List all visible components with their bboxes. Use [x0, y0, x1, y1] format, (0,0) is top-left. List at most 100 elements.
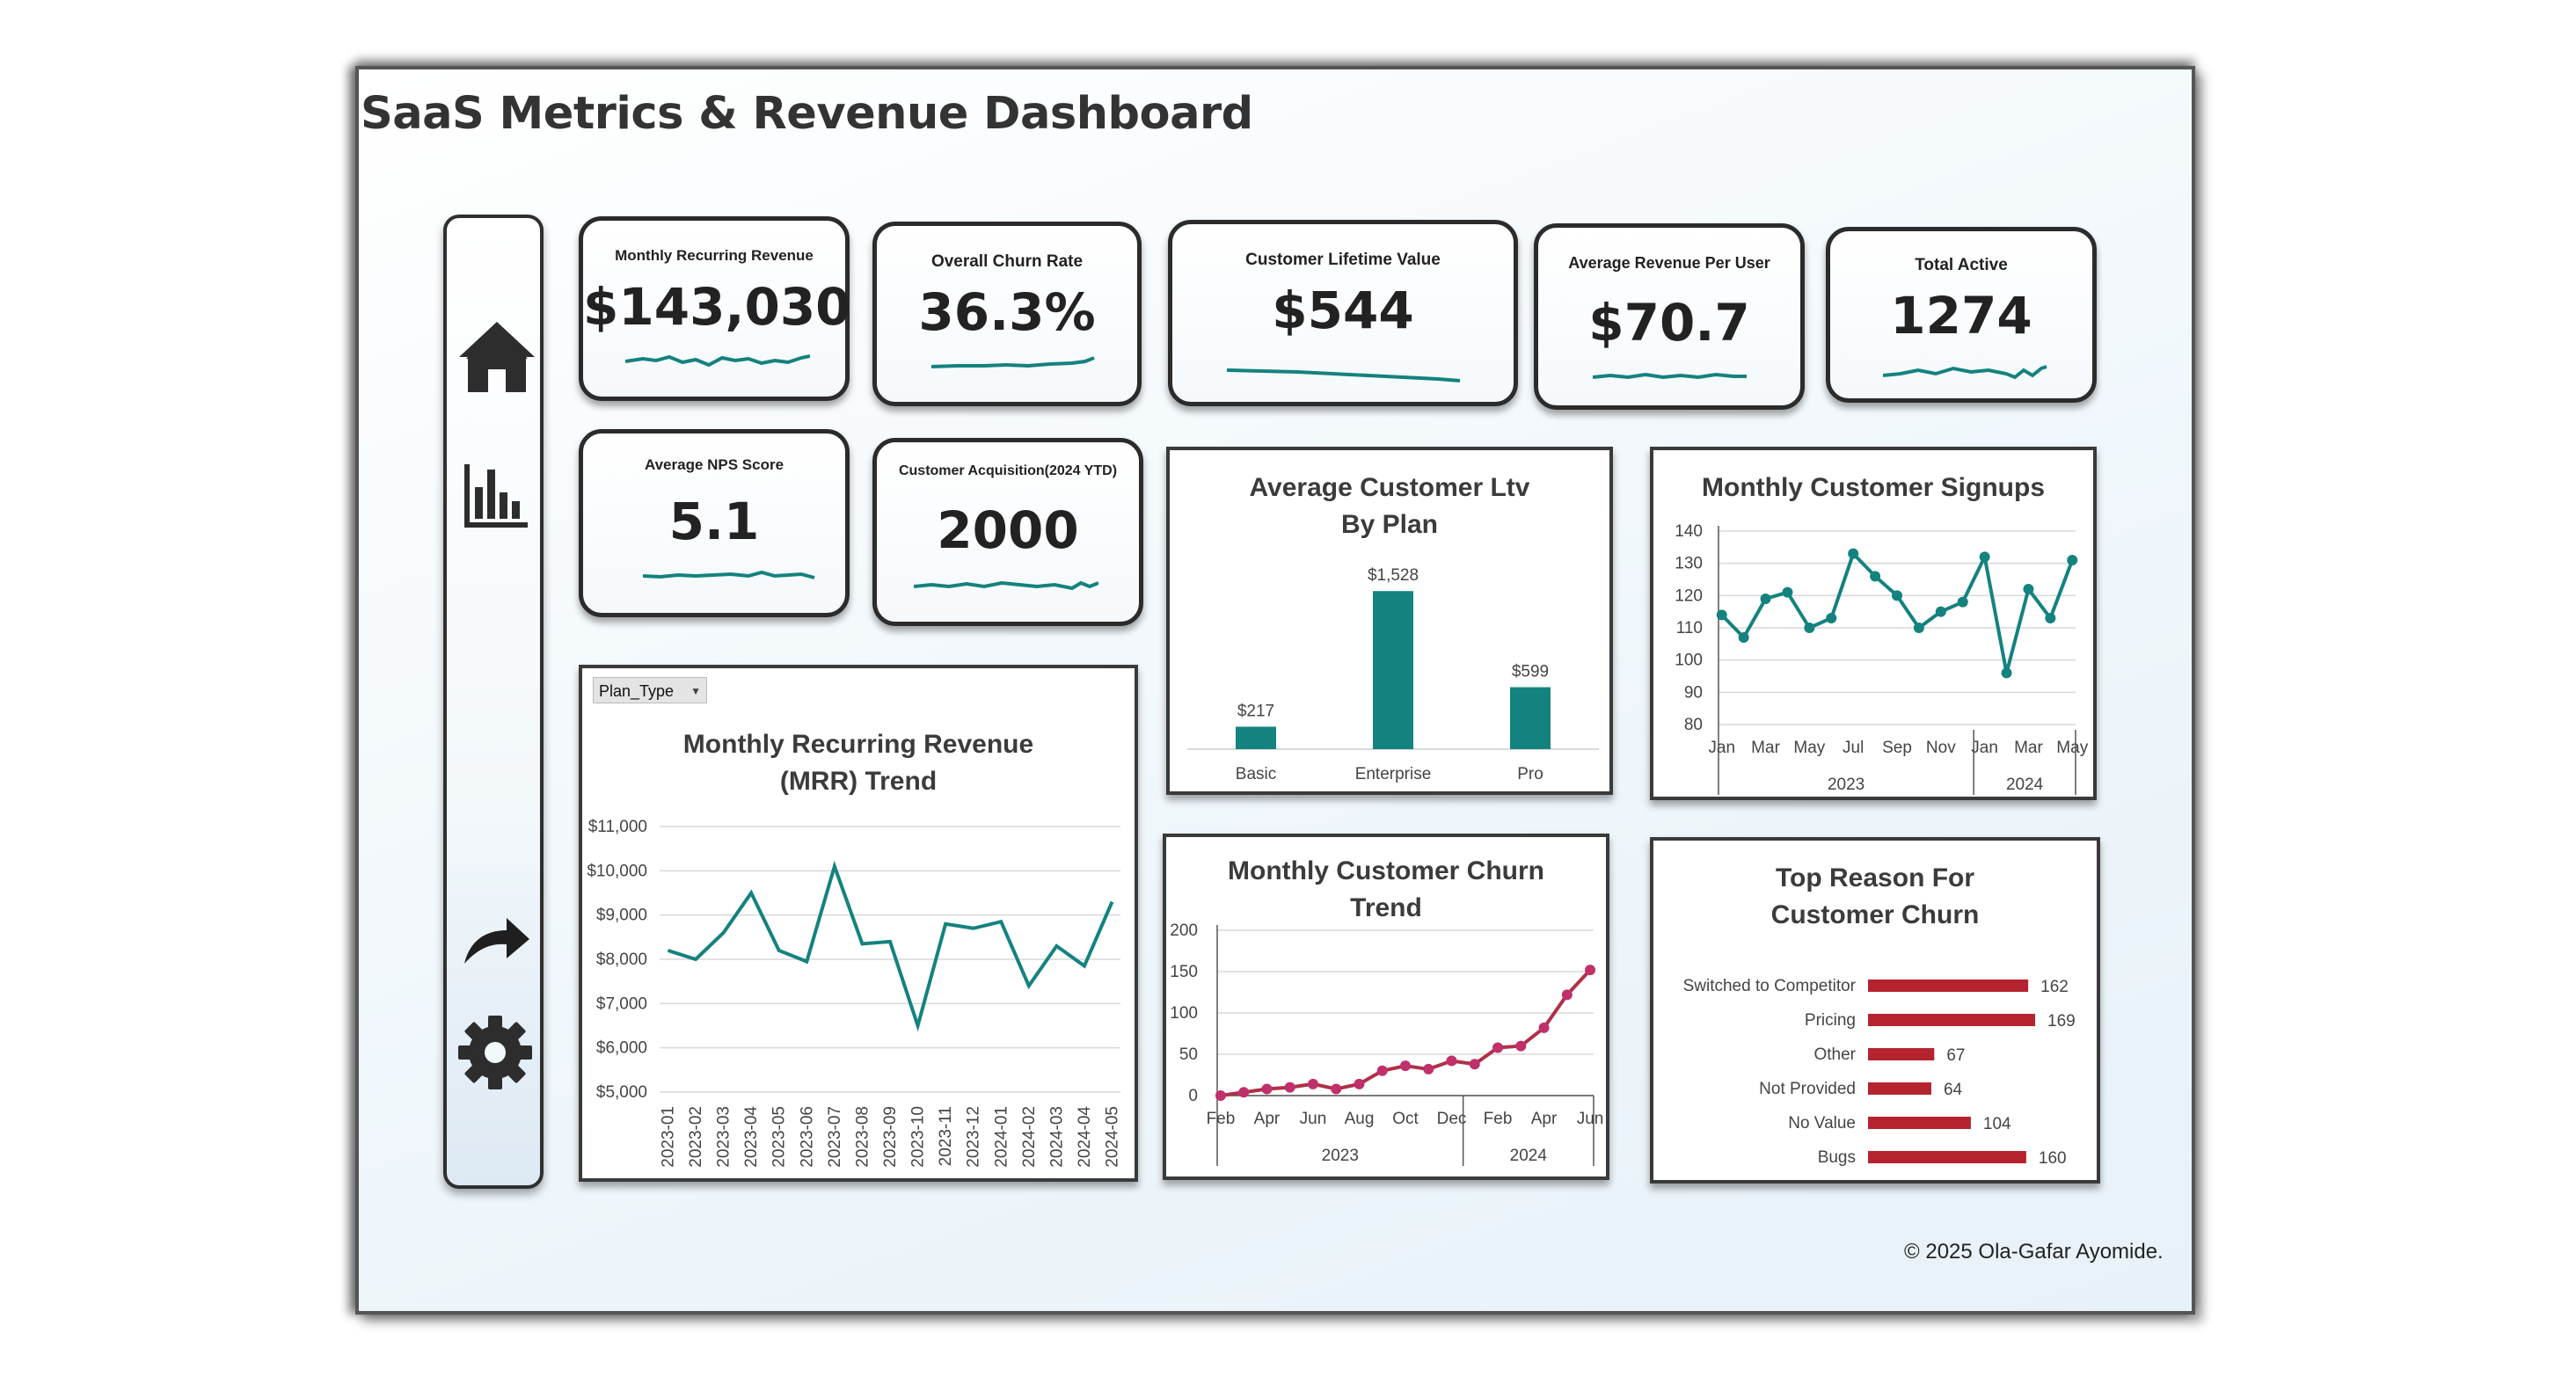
x-tick-label: 2023-12	[965, 1106, 983, 1168]
y-tick-label: $10,000	[587, 862, 647, 880]
kpi-value: 2000	[937, 500, 1079, 560]
y-tick-label: 90	[1684, 683, 1703, 702]
gear-icon[interactable]	[457, 1015, 533, 1095]
kpi-value: $544	[1272, 280, 1414, 340]
data-label: $1,528	[1368, 566, 1419, 585]
data-point	[1848, 548, 1859, 559]
category-label: No Value	[1788, 1114, 1856, 1133]
kpi-sparkline	[931, 356, 1095, 368]
kpi-value: 36.3%	[918, 282, 1096, 342]
x-tick-label: Jan	[1971, 739, 1998, 757]
kpi-value: 1274	[1890, 286, 2032, 346]
chart-plot: $217 Basic $1,528 Enterprise $599 Pro	[1187, 566, 1599, 783]
sidebar	[443, 215, 544, 1189]
x-tick-label: Nov	[1926, 739, 1956, 757]
data-point	[1215, 1090, 1226, 1101]
data-point	[1716, 609, 1727, 621]
x-tick-label: Aug	[1345, 1110, 1375, 1128]
kpi-card-acquisition: Customer Acquisition(2024 YTD) 2000	[872, 438, 1143, 626]
kpi-sparkline	[1227, 368, 1461, 382]
y-tick-label: 130	[1675, 555, 1703, 573]
y-tick-label: 110	[1676, 619, 1703, 637]
kpi-sparkline	[643, 570, 815, 579]
x-tick-label: 2023-03	[715, 1106, 733, 1168]
category-label: Other	[1813, 1045, 1856, 1064]
x-tick-label: 2024-01	[992, 1106, 1011, 1168]
series-line	[1220, 968, 1592, 1097]
x-tick-label: Feb	[1207, 1110, 1236, 1128]
y-tick-label: 80	[1684, 716, 1703, 734]
data-point	[1892, 590, 1902, 601]
kpi-sparkline	[914, 580, 1098, 591]
x-group-label: 2023	[1828, 776, 1864, 794]
x-tick-label: 2024-02	[1020, 1106, 1039, 1168]
y-tick-label: 50	[1179, 1045, 1198, 1064]
data-point	[1804, 623, 1815, 633]
x-tick-label: Jan	[1708, 739, 1735, 757]
x-tick-label: 2024-04	[1076, 1106, 1094, 1168]
data-point	[1935, 606, 1946, 617]
bar	[1868, 1082, 1931, 1095]
data-point	[1957, 596, 1968, 608]
x-tick-label: Mar	[1751, 739, 1780, 757]
data-label: 169	[2047, 1012, 2076, 1031]
data-point	[1561, 989, 1573, 1001]
data-label: 162	[2040, 978, 2069, 996]
data-point	[1423, 1063, 1434, 1074]
data-label: 104	[1983, 1115, 2011, 1133]
data-point	[2045, 613, 2056, 623]
y-tick-label: $8,000	[596, 951, 647, 969]
chart-plot: Switched to Competitor 162 Pricing 169 Other…	[1683, 977, 2076, 1168]
x-tick-label: 2023-02	[687, 1106, 705, 1168]
churn-reasons-chart: Top Reason For Customer Churn Switched t…	[1650, 837, 2100, 1184]
data-label: 160	[2039, 1149, 2067, 1168]
kpi-label: Monthly Recurring Revenue	[615, 247, 814, 264]
churn-trend-chart: Monthly Customer Churn Trend 0 50 100 150 20…	[1163, 834, 1609, 1180]
x-group-label: 2024	[2006, 776, 2044, 794]
data-point	[1538, 1022, 1550, 1033]
x-tick-label: 2023-04	[742, 1106, 761, 1168]
kpi-label: Customer Acquisition(2024 YTD)	[898, 463, 1118, 478]
series-line	[667, 860, 1114, 1032]
x-group-label: 2023	[1322, 1147, 1359, 1165]
y-tick-label: $11,000	[588, 818, 647, 836]
x-tick-label: Oct	[1392, 1110, 1419, 1128]
x-tick-label: May	[1793, 739, 1825, 757]
x-tick-label: Basic	[1236, 765, 1276, 783]
bar	[1868, 1014, 2035, 1026]
bar	[1510, 687, 1551, 749]
chart-plot: 0 50 100 150 200 Feb Apr Jun Aug Oct Dec Feb Apr Jun 2…	[1170, 921, 1603, 1166]
kpi-sparkline	[625, 354, 810, 368]
x-tick-label: 2023-05	[770, 1106, 789, 1168]
kpi-label: Average Revenue Per User	[1568, 254, 1770, 272]
kpi-card-nps: Average NPS Score 5.1	[579, 429, 850, 617]
x-tick-label: 2023-10	[909, 1106, 928, 1168]
x-tick-label: 2024-05	[1104, 1106, 1122, 1168]
kpi-sparkline	[1883, 365, 2047, 380]
kpi-value: $143,030	[583, 277, 851, 337]
data-point	[1238, 1087, 1250, 1098]
series-line	[1720, 550, 2075, 674]
kpi-card-mrr: Monthly Recurring Revenue $143,030	[579, 216, 851, 401]
data-point	[1376, 1065, 1388, 1076]
kpi-card-churn-rate: Overall Churn Rate 36.3%	[872, 222, 1142, 406]
bar	[1868, 1117, 1971, 1129]
x-tick-label: Dec	[1437, 1110, 1467, 1128]
x-tick-label: 2023-11	[937, 1106, 955, 1166]
x-tick-label: 2023-08	[853, 1106, 872, 1168]
x-tick-label: May	[2056, 739, 2088, 757]
kpi-sparkline	[1593, 372, 1747, 380]
y-tick-label: $7,000	[596, 994, 647, 1013]
home-icon[interactable]	[456, 318, 538, 398]
kpi-card-clv: Customer Lifetime Value $544	[1168, 220, 1518, 406]
share-arrow-icon[interactable]	[461, 914, 531, 972]
bar-chart-icon[interactable]	[461, 461, 531, 535]
kpi-label: Overall Churn Rate	[930, 252, 1084, 271]
kpi-label: Average NPS Score	[644, 456, 784, 473]
y-tick-label: 0	[1188, 1087, 1198, 1105]
y-tick-label: $9,000	[596, 907, 647, 925]
data-point	[1870, 571, 1881, 582]
data-point	[1307, 1078, 1318, 1089]
kpi-value: $70.7	[1588, 293, 1750, 353]
y-tick-label: 100	[1170, 1004, 1198, 1023]
